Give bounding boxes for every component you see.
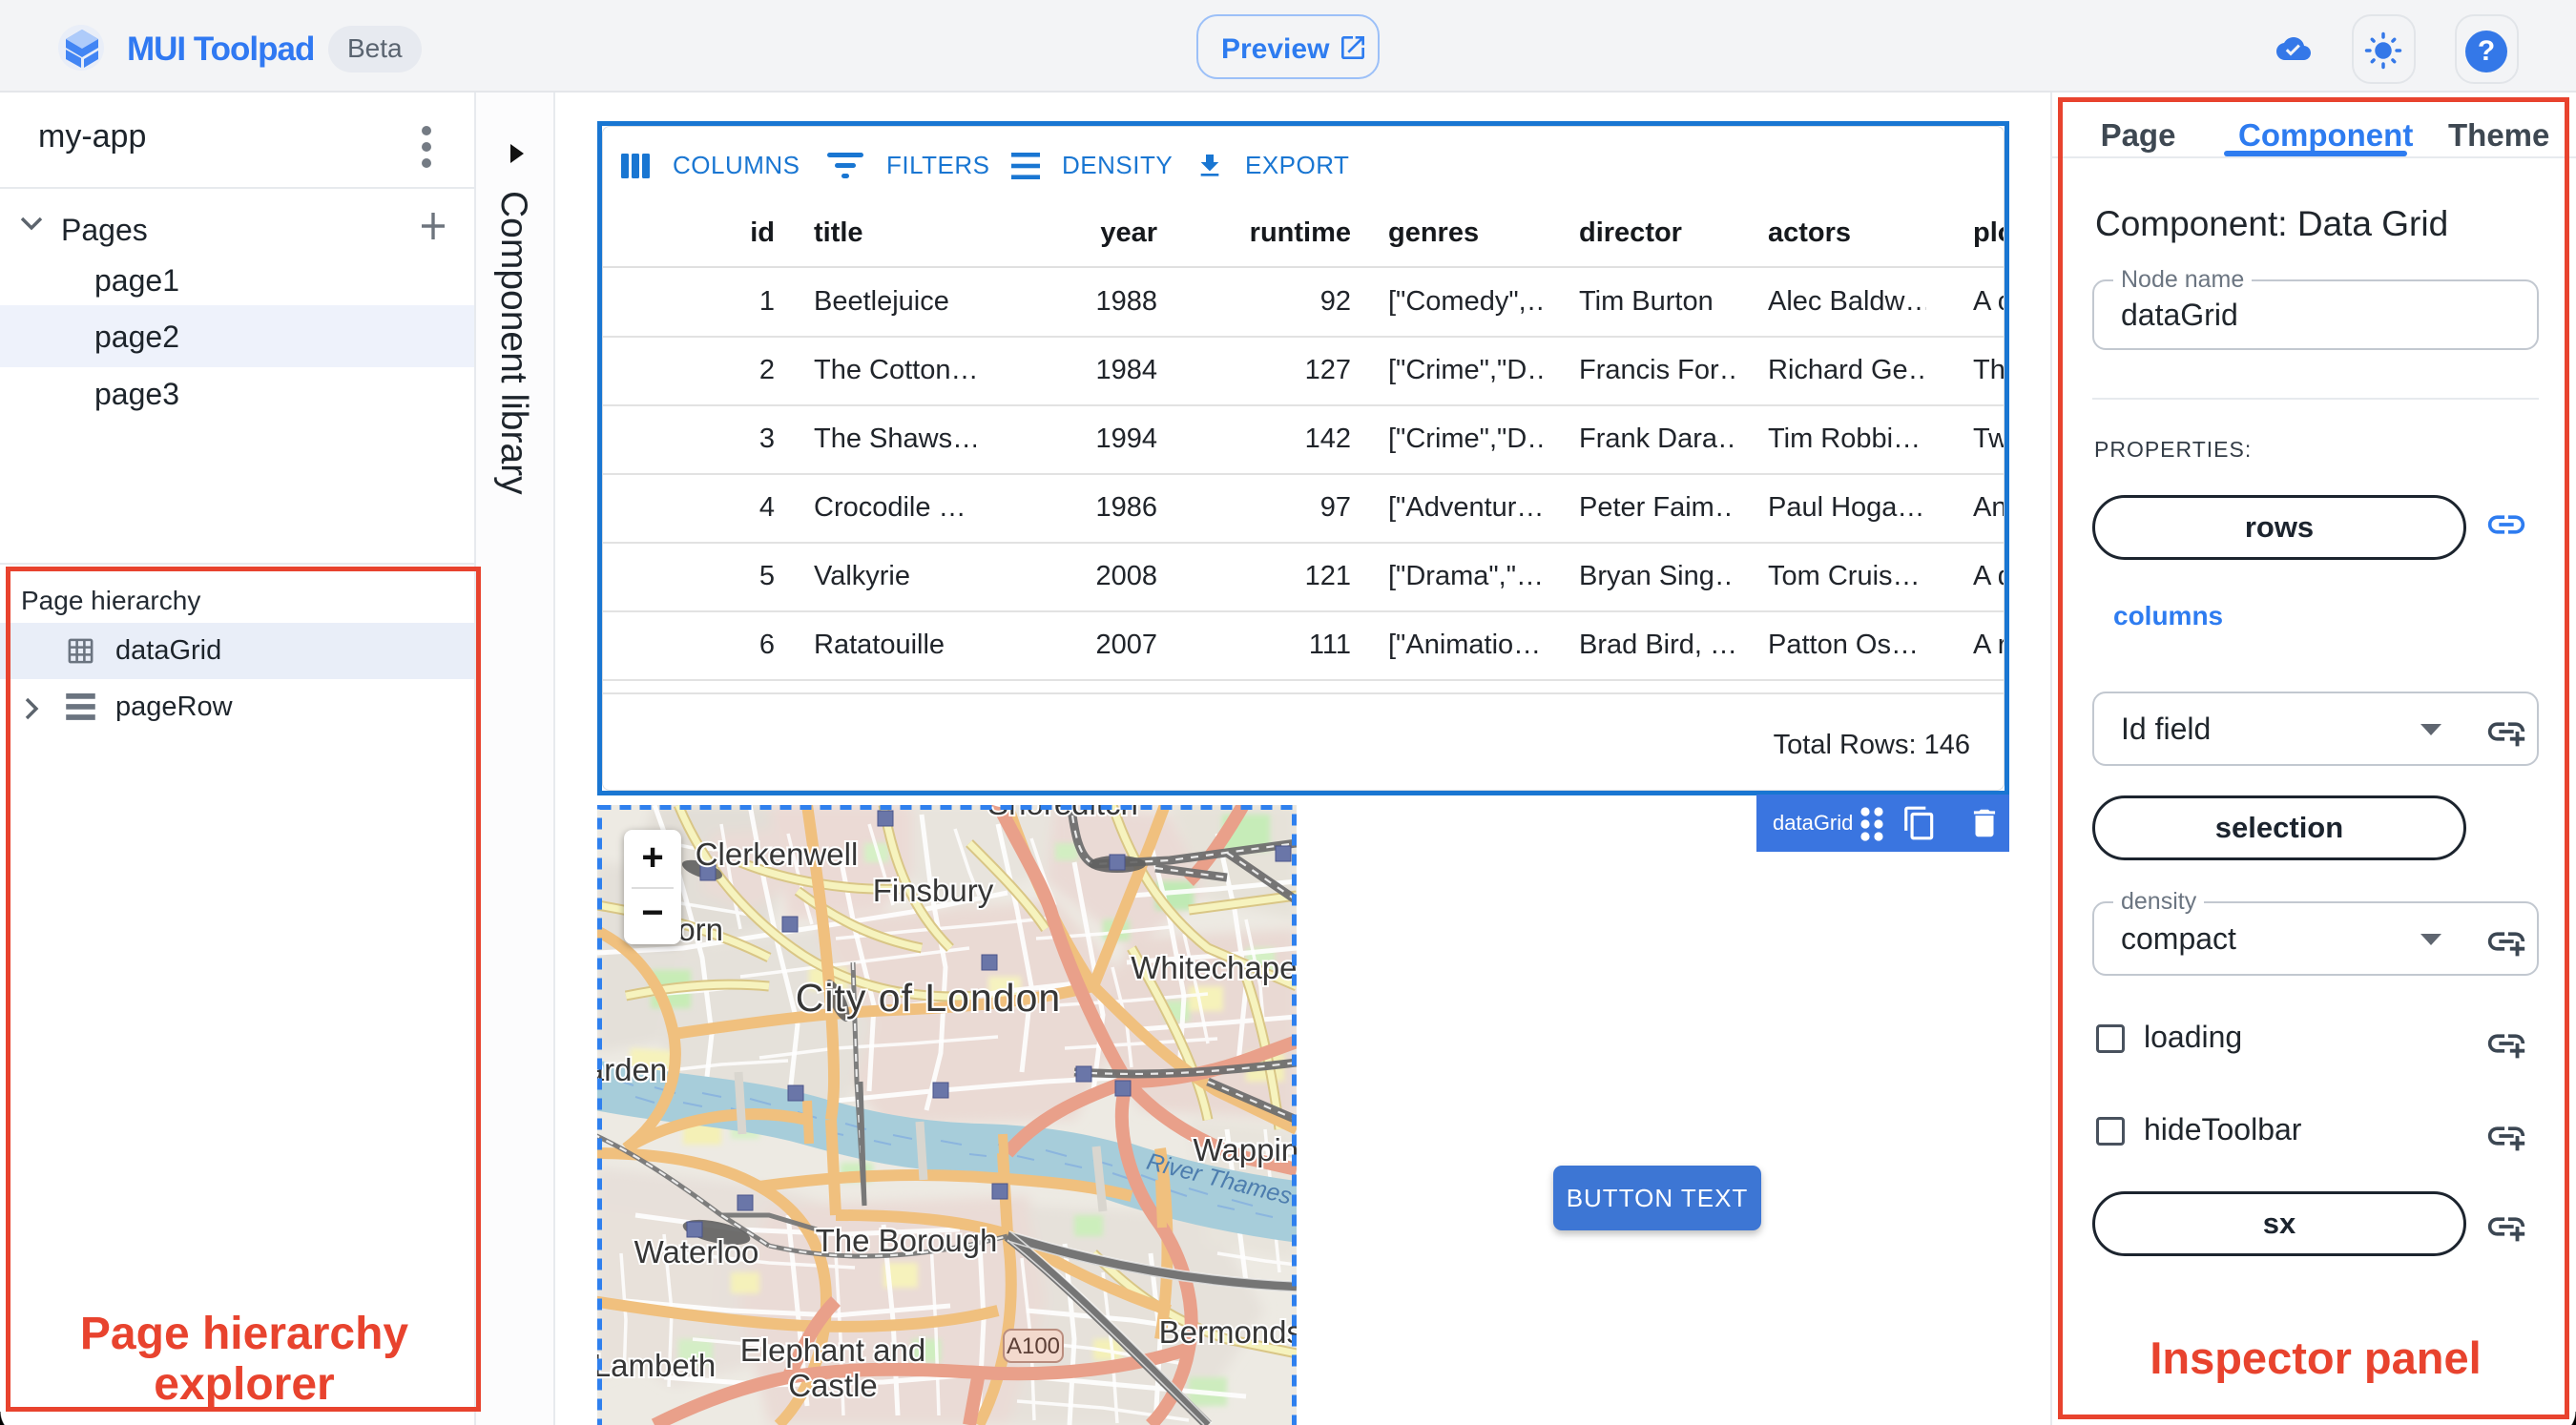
svg-text:City of London: City of London: [796, 976, 1061, 1020]
svg-text:Clerkenwell: Clerkenwell: [696, 836, 859, 872]
svg-text:Whitechapel: Whitechapel: [1131, 950, 1297, 985]
svg-text:Finsbury: Finsbury: [873, 873, 994, 908]
svg-text:Waterloo: Waterloo: [634, 1234, 759, 1270]
svg-text:Lambeth: Lambeth: [597, 1348, 716, 1383]
svg-text:The Borough: The Borough: [816, 1223, 998, 1258]
svg-text:Castle: Castle: [788, 1368, 878, 1403]
svg-text:Bermondse: Bermondse: [1159, 1314, 1297, 1350]
svg-text:arden: arden: [597, 1052, 667, 1087]
svg-text:A100: A100: [1007, 1333, 1060, 1359]
svg-text:Elephant and: Elephant and: [740, 1332, 926, 1368]
